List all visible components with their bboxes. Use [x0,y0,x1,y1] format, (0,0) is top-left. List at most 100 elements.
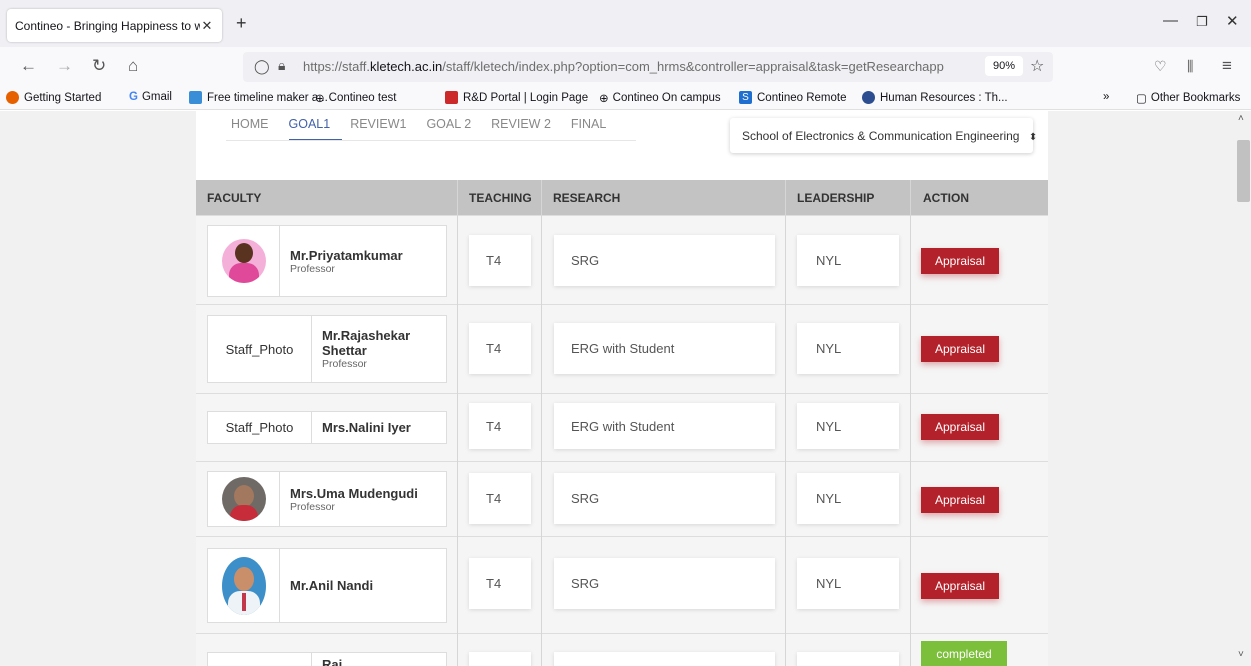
table-row: Mr.Anil Nandi T4 SRG NYL Appraisal [196,536,1048,633]
appraisal-button[interactable]: Appraisal [921,414,999,440]
col-faculty: FACULTY [207,191,262,205]
bookmark-contineo-test[interactable]: ⊕ Contineo test [315,91,396,105]
teaching-cell [469,652,531,666]
reload-icon[interactable]: ↻ [92,57,106,74]
bookmark-label: Human Resources : Th... [880,91,1008,104]
col-leadership: LEADERSHIP [797,191,875,205]
avatar [221,477,266,521]
tab-goal2[interactable]: GOAL 2 [426,117,483,141]
pocket-icon[interactable]: ♡ [1154,59,1167,73]
bookmark-contineo-campus[interactable]: ⊕ Contineo On campus [599,91,721,105]
restore-icon[interactable]: ❐ [1196,14,1208,30]
tab-goal1[interactable]: GOAL1 [288,117,343,141]
close-window-icon[interactable]: ✕ [1226,12,1239,30]
bookmark-human-resources[interactable]: Human Resources : Th... [862,91,1008,104]
url-bar[interactable]: ◯ 🔒︎ https://staff.kletech.ac.in/staff/k… [243,52,1053,82]
firefox-icon [6,91,19,104]
tabs-divider [226,140,636,141]
leadership-cell: NYL [797,473,899,524]
leadership-cell: NYL [797,323,899,374]
minimize-icon[interactable]: — [1163,12,1178,29]
bookmark-getting-started[interactable]: Getting Started [6,91,101,104]
faculty-photo [208,226,280,296]
scroll-down-icon[interactable]: ˅ [1238,649,1244,660]
page-content: HOME GOAL1 REVIEW1 GOAL 2 REVIEW 2 FINAL… [0,111,1251,666]
faculty-info: Mrs.Nalini Iyer [312,412,446,443]
col-research: RESEARCH [553,191,621,205]
table-row: Staff_Photo Mrs.Nalini Iyer T4 ERG with … [196,393,1048,461]
leadership-cell: NYL [797,558,899,609]
school-select[interactable]: School of Electronics & Communication En… [730,118,1037,153]
zoom-level[interactable]: 90% [985,56,1024,76]
leadership-cell [797,652,899,666]
bookmark-timeline[interactable]: Free timeline maker a... [189,91,328,104]
table-row: Staff_Photo Mr.Rajashekar Shettar Profes… [196,304,1048,393]
research-cell: SRG [554,558,775,609]
faculty-name: Mrs.Uma Mudengudi [290,485,418,501]
close-tab-icon[interactable]: ✕ [200,18,214,34]
faculty-name: Mr.Anil Nandi [290,578,374,593]
faculty-info: Raj... [312,653,446,666]
research-cell: ERG with Student [554,403,775,449]
appraisal-button[interactable]: Appraisal [921,248,999,274]
bookmark-rd-portal[interactable]: R&D Portal | Login Page [445,91,588,104]
avatar [221,239,266,283]
faculty-info: Mr.Rajashekar Shettar Professor [312,316,446,382]
bookmark-contineo-remote[interactable]: S Contineo Remote [739,91,847,104]
faculty-name: Mr.Rajashekar Shettar [322,328,411,358]
scrollbar-thumb[interactable] [1237,140,1250,202]
tab-home[interactable]: HOME [231,117,281,141]
home-icon[interactable]: ⌂ [128,57,138,74]
tab-review2[interactable]: REVIEW 2 [491,117,563,141]
faculty-card: Mrs.Uma Mudengudi Professor [207,471,447,527]
bookmark-label: R&D Portal | Login Page [463,91,589,104]
appraisal-button[interactable]: Appraisal [921,487,999,513]
faculty-info: Mr.Priyatamkumar Professor [280,226,446,296]
goal-tabs: HOME GOAL1 REVIEW1 GOAL 2 REVIEW 2 FINAL [231,117,626,141]
back-icon[interactable]: ← [20,57,37,74]
faculty-info: Mr.Anil Nandi [280,549,446,622]
column-divider [457,180,458,666]
table-row: Raj... completed [196,633,1048,666]
bookmark-label: Contineo On campus [612,92,721,104]
bookmarks-overflow[interactable]: » [1103,91,1109,103]
menu-icon[interactable]: ≡ [1222,57,1232,74]
faculty-name: Mrs.Nalini Iyer [322,420,411,435]
scroll-up-icon[interactable]: ˄ [1238,113,1244,124]
forward-icon[interactable]: → [56,57,73,74]
column-divider [541,180,542,666]
col-action: ACTION [923,191,969,205]
research-cell: SRG [554,473,775,524]
browser-tab[interactable]: Contineo - Bringing Happiness to w ✕ [7,9,222,42]
faculty-role: Professor [290,262,335,275]
faculty-card: Staff_Photo Mr.Rajashekar Shettar Profes… [207,315,447,383]
lock-icon[interactable]: 🔒︎ [278,57,285,74]
globe-icon: ⊕ [599,93,609,105]
completed-button[interactable]: completed [921,641,1007,666]
chevrons-icon: » [1103,91,1110,103]
table-row: Mrs.Uma Mudengudi Professor T4 SRG NYL A… [196,461,1048,536]
library-icon[interactable]: ⫼ [1187,59,1193,73]
tab-final[interactable]: FINAL [571,117,618,141]
bookmark-label: Free timeline maker a... [207,91,328,104]
teaching-cell: T4 [469,235,531,286]
tab-review1[interactable]: REVIEW1 [350,117,418,141]
appraisal-button[interactable]: Appraisal [921,573,999,599]
globe-icon: ⊕ [315,93,325,105]
bookmark-star-icon[interactable]: ☆ [1030,56,1044,76]
other-bookmarks[interactable]: ▢ Other Bookmarks [1136,91,1240,105]
url-domain: kletech.ac.in [369,59,443,74]
faculty-role: Professor [322,358,367,370]
select-arrows-icon: ⬍ [1028,132,1038,143]
appraisal-panel: HOME GOAL1 REVIEW1 GOAL 2 REVIEW 2 FINAL… [196,111,1048,666]
appraisal-button[interactable]: Appraisal [921,336,999,362]
faculty-photo: Staff_Photo [208,412,312,443]
teaching-cell: T4 [469,403,531,449]
new-tab-icon[interactable]: + [236,14,247,32]
url-text[interactable]: https://staff.kletech.ac.in/staff/kletec… [303,59,983,74]
teaching-cell: T4 [469,323,531,374]
bookmark-gmail[interactable]: G Gmail [129,91,172,103]
table-header: FACULTY TEACHING RESEARCH LEADERSHIP ACT… [196,180,1048,215]
folder-icon: ▢ [1136,93,1147,105]
tracking-shield-icon[interactable]: ◯ [254,58,270,75]
